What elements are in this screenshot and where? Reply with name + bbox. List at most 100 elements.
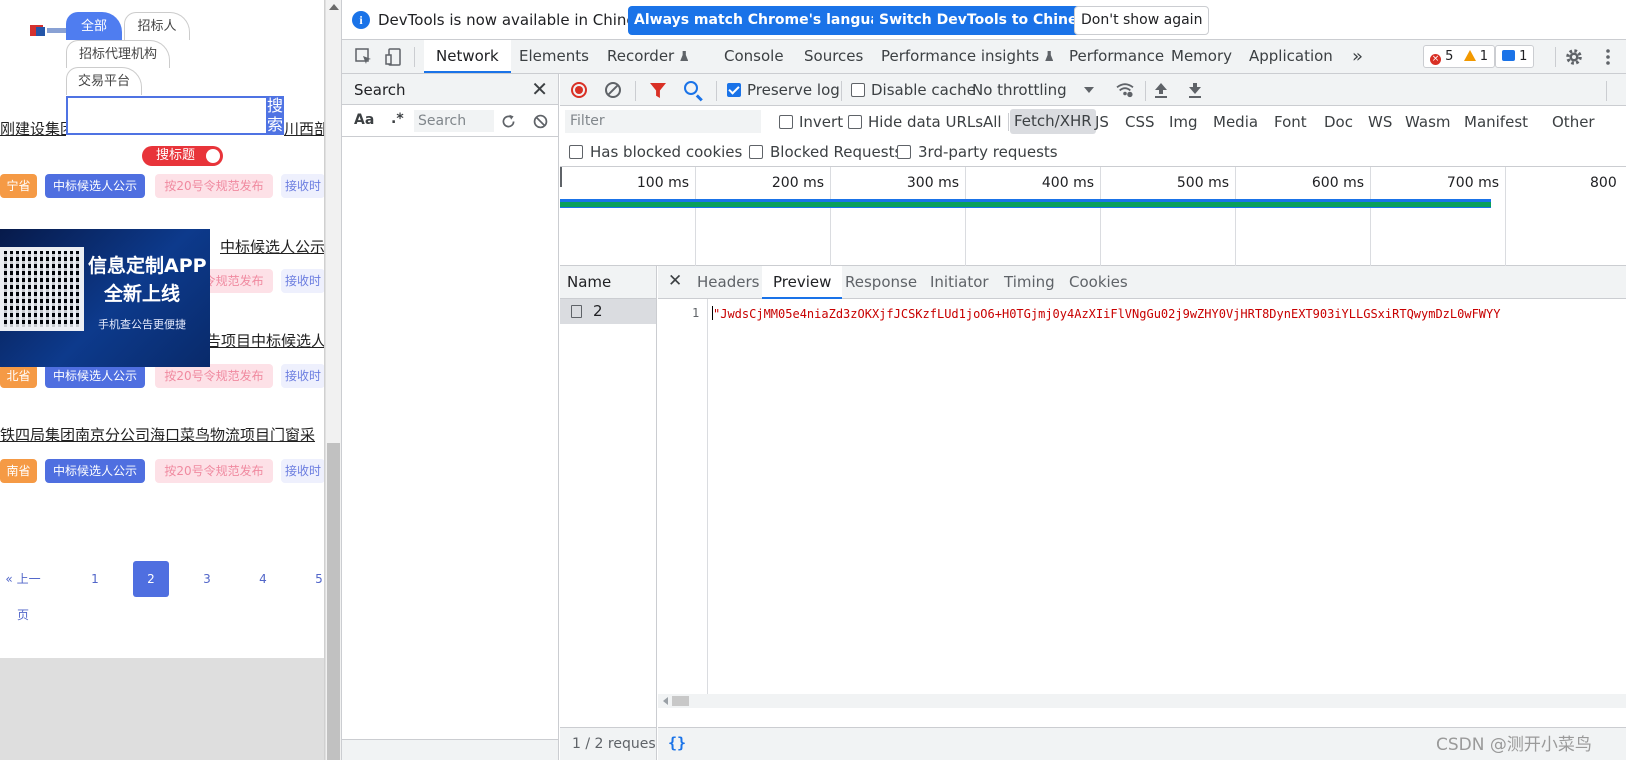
filter-input[interactable]: Filter bbox=[565, 110, 761, 133]
regex-toggle[interactable]: .* bbox=[391, 111, 404, 127]
close-icon[interactable]: ✕ bbox=[668, 271, 682, 291]
pager-page[interactable]: 5 bbox=[308, 561, 324, 597]
issues-counter[interactable]: × 5 1 bbox=[1423, 45, 1495, 68]
chevron-down-icon[interactable] bbox=[1084, 87, 1094, 93]
app-promo-banner[interactable]: 信息定制APP 全新上线 手机查公告更便捷 bbox=[0, 229, 210, 367]
tab-initiator[interactable]: Initiator bbox=[919, 266, 1000, 299]
scrollbar-thumb[interactable] bbox=[327, 443, 340, 760]
site-tab-all[interactable]: 全部 bbox=[66, 12, 122, 40]
preserve-log-checkbox[interactable] bbox=[727, 83, 741, 97]
search-query-input[interactable]: Search bbox=[414, 110, 494, 132]
site-search-input[interactable] bbox=[66, 96, 269, 135]
clear-log-icon[interactable] bbox=[605, 82, 621, 98]
export-har-icon[interactable] bbox=[1188, 82, 1202, 98]
site-result-title-4[interactable]: 铁四局集团南京分公司海口菜鸟物流项目门窗采 bbox=[0, 424, 315, 445]
tag-receive[interactable]: 接收时 bbox=[281, 364, 324, 388]
clear-search-icon[interactable] bbox=[532, 113, 549, 130]
site-result-title-1-left[interactable]: 刚建设集团 bbox=[0, 118, 66, 139]
pager-page[interactable]: 3 bbox=[196, 561, 218, 597]
site-tab-platform[interactable]: 交易平台 bbox=[66, 67, 142, 95]
tab-response[interactable]: Response bbox=[834, 266, 928, 299]
scroll-up-icon[interactable] bbox=[329, 4, 339, 10]
tab-recorder[interactable]: Recorder bbox=[595, 40, 700, 73]
filter-type-media[interactable]: Media bbox=[1213, 113, 1258, 131]
response-preview-text[interactable]: "JwdsCjMM05e4niaZd3zOKXjfJCSKzfLUd1joO6+… bbox=[712, 306, 1626, 321]
horizontal-scrollbar[interactable] bbox=[658, 694, 1626, 708]
pager-prev[interactable]: « 上一页 bbox=[0, 561, 46, 622]
tab-elements[interactable]: Elements bbox=[507, 40, 601, 73]
tab-network[interactable]: Network bbox=[424, 40, 511, 73]
blocked-requests-checkbox[interactable] bbox=[749, 145, 763, 159]
pretty-print-icon[interactable]: {} bbox=[668, 734, 686, 752]
tag-standard[interactable]: 按20号令规范发布 bbox=[155, 459, 273, 483]
filter-funnel-icon[interactable] bbox=[650, 83, 666, 98]
tag-standard[interactable]: 按20号令规范发布 bbox=[155, 174, 273, 198]
tag-receive[interactable]: 接收时 bbox=[281, 174, 324, 198]
switch-to-chinese-button[interactable]: Switch DevTools to Chinese bbox=[873, 6, 1102, 35]
hide-data-urls-checkbox[interactable] bbox=[848, 115, 862, 129]
filter-type-css[interactable]: CSS bbox=[1125, 113, 1155, 131]
inspect-element-icon[interactable] bbox=[354, 47, 374, 67]
filter-type-other[interactable]: Other bbox=[1552, 113, 1595, 131]
has-blocked-cookies-checkbox[interactable] bbox=[569, 145, 583, 159]
more-tabs-chevron-icon[interactable]: » bbox=[1340, 40, 1375, 73]
site-tab-tenderer[interactable]: 招标人 bbox=[124, 12, 190, 40]
network-conditions-icon[interactable] bbox=[1116, 82, 1134, 98]
site-tab-agency[interactable]: 招标代理机构 bbox=[66, 40, 170, 68]
tag-region[interactable]: 宁省 bbox=[0, 174, 37, 198]
third-party-requests-checkbox[interactable] bbox=[897, 145, 911, 159]
tag-type[interactable]: 中标候选人公示 bbox=[45, 174, 145, 198]
tab-headers[interactable]: Headers bbox=[686, 266, 770, 299]
tag-receive[interactable]: 接收时 bbox=[281, 459, 324, 483]
filter-type-img[interactable]: Img bbox=[1169, 113, 1198, 131]
tag-region[interactable]: 北省 bbox=[0, 364, 37, 388]
network-overview-timeline[interactable]: 100 ms 200 ms 300 ms 400 ms 500 ms 600 m… bbox=[560, 167, 1626, 266]
messages-counter[interactable]: 1 bbox=[1495, 45, 1535, 68]
filter-type-all[interactable]: All bbox=[983, 113, 1002, 131]
invert-checkbox[interactable] bbox=[779, 115, 793, 129]
dont-show-again-button[interactable]: Don't show again bbox=[1074, 6, 1210, 35]
filter-type-doc[interactable]: Doc bbox=[1324, 113, 1353, 131]
throttling-select[interactable]: No throttling bbox=[972, 81, 1067, 99]
pager-page[interactable]: 4 bbox=[252, 561, 274, 597]
tag-type[interactable]: 中标候选人公示 bbox=[45, 459, 145, 483]
tab-application[interactable]: Application bbox=[1237, 40, 1345, 73]
pager-page[interactable]: 1 bbox=[84, 561, 106, 597]
tab-performance-insights[interactable]: Performance insights bbox=[869, 40, 1065, 73]
site-result-title-1-right[interactable]: 川西部 bbox=[284, 118, 324, 139]
tab-console[interactable]: Console bbox=[712, 40, 796, 73]
filter-type-font[interactable]: Font bbox=[1274, 113, 1307, 131]
filter-type-ws[interactable]: WS bbox=[1368, 113, 1392, 131]
pager-page-current[interactable]: 2 bbox=[133, 561, 169, 597]
import-har-icon[interactable] bbox=[1154, 82, 1168, 98]
scrollbar-thumb[interactable] bbox=[672, 696, 689, 706]
record-icon[interactable] bbox=[571, 82, 587, 98]
site-logo[interactable] bbox=[30, 24, 66, 38]
filter-type-wasm[interactable]: Wasm bbox=[1405, 113, 1451, 131]
device-toolbar-icon[interactable] bbox=[384, 47, 404, 67]
tab-sources[interactable]: Sources bbox=[792, 40, 875, 73]
tag-receive[interactable]: 接收时 bbox=[281, 269, 324, 293]
filter-type-fetch-xhr[interactable]: Fetch/XHR bbox=[1010, 109, 1096, 134]
close-icon[interactable]: ✕ bbox=[531, 77, 548, 101]
site-search-button[interactable]: 搜索 bbox=[266, 96, 284, 135]
tag-standard[interactable]: 按20号令规范发布 bbox=[155, 364, 273, 388]
search-icon[interactable] bbox=[684, 81, 698, 95]
match-language-button[interactable]: Always match Chrome's language bbox=[628, 6, 906, 35]
settings-gear-icon[interactable] bbox=[1564, 47, 1584, 67]
tab-timing[interactable]: Timing bbox=[993, 266, 1066, 299]
more-options-icon[interactable] bbox=[1598, 47, 1618, 67]
refresh-icon[interactable] bbox=[500, 113, 517, 130]
page-scrollbar[interactable] bbox=[325, 0, 341, 760]
tab-cookies[interactable]: Cookies bbox=[1058, 266, 1139, 299]
tab-preview[interactable]: Preview bbox=[762, 266, 843, 299]
filter-type-js[interactable]: JS bbox=[1095, 113, 1109, 131]
title-search-toggle[interactable]: 搜标题 bbox=[142, 146, 223, 166]
filter-type-manifest[interactable]: Manifest bbox=[1464, 113, 1528, 131]
match-case-toggle[interactable]: Aa bbox=[354, 112, 374, 128]
tag-region[interactable]: 南省 bbox=[0, 459, 37, 483]
request-row[interactable]: 2 bbox=[560, 299, 656, 324]
tab-memory[interactable]: Memory bbox=[1159, 40, 1244, 73]
disable-cache-checkbox[interactable] bbox=[851, 83, 865, 97]
site-result-title-3[interactable]: 告项目中标候选人 bbox=[206, 330, 324, 351]
